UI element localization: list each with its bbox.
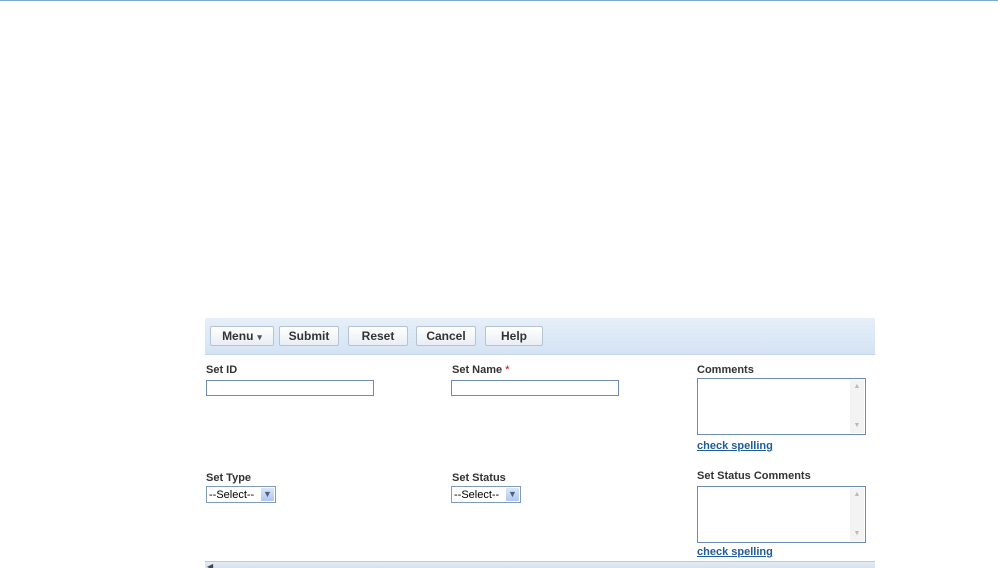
scroll-left-icon[interactable]: ◀	[207, 562, 213, 568]
form-frame: Menu ▾ Submit Reset Cancel Help Set ID Se…	[205, 318, 875, 568]
help-button[interactable]: Help	[485, 326, 543, 346]
comments-textarea[interactable]: ▲ ▼	[697, 378, 866, 435]
menu-button[interactable]: Menu ▾	[210, 326, 274, 346]
scroll-up-icon[interactable]: ▲	[852, 382, 862, 392]
set-name-input[interactable]	[451, 380, 619, 396]
set-id-label: Set ID	[206, 364, 238, 376]
horizontal-scrollbar[interactable]: ◀	[205, 561, 875, 568]
set-status-comments-scrollbar[interactable]: ▲ ▼	[850, 488, 864, 541]
comments-label: Comments	[697, 364, 754, 376]
toolbar: Menu ▾ Submit Reset Cancel Help	[205, 318, 875, 355]
set-type-select[interactable]: --Select-- ▼	[206, 486, 276, 503]
cancel-button[interactable]: Cancel	[416, 326, 476, 346]
menu-arrow-icon: ▾	[257, 332, 262, 342]
set-id-input[interactable]	[206, 380, 374, 396]
submit-button[interactable]: Submit	[279, 326, 339, 346]
scroll-down-icon[interactable]: ▼	[852, 529, 862, 539]
comments-scrollbar[interactable]: ▲ ▼	[850, 380, 864, 433]
set-status-select[interactable]: --Select-- ▼	[451, 486, 521, 503]
scroll-down-icon[interactable]: ▼	[852, 421, 862, 431]
status-comments-check-spelling-link[interactable]: check spelling	[697, 546, 773, 558]
set-name-label-text: Set Name	[452, 364, 503, 376]
set-status-selected: --Select--	[454, 489, 500, 501]
reset-button[interactable]: Reset	[348, 326, 408, 346]
required-marker: *	[505, 364, 510, 376]
chevron-down-icon[interactable]: ▼	[261, 488, 274, 501]
menu-label: Menu	[222, 329, 254, 343]
set-status-comments-textarea[interactable]: ▲ ▼	[697, 486, 866, 543]
set-type-label: Set Type	[206, 472, 252, 484]
comments-check-spelling-link[interactable]: check spelling	[697, 440, 773, 452]
set-status-label: Set Status	[452, 472, 506, 484]
set-status-comments-label: Set Status Comments	[697, 470, 811, 482]
top-divider	[0, 0, 998, 1]
set-name-label: Set Name *	[452, 364, 509, 376]
chevron-down-icon[interactable]: ▼	[506, 488, 519, 501]
scroll-up-icon[interactable]: ▲	[852, 490, 862, 500]
set-type-selected: --Select--	[209, 489, 255, 501]
